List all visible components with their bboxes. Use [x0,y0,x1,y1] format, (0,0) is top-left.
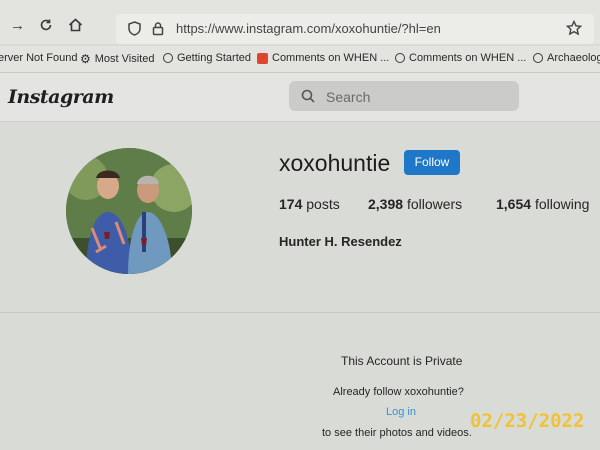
home-icon[interactable] [68,18,83,36]
follow-button[interactable]: Follow [404,150,460,175]
shield-icon[interactable] [128,21,141,41]
bookmark-label: Archaeolog [547,52,600,64]
bookmark-comments-1[interactable]: Comments on WHEN ... [257,52,389,64]
posts-count: 174 posts [279,196,340,212]
bookmarks-bar: erver Not Found ⚙ Most Visited Getting S… [0,46,600,73]
url-bar[interactable]: https://www.instagram.com/xoxohuntie/?hl… [116,14,594,44]
forward-icon[interactable]: → [10,18,25,34]
blogger-icon [257,52,268,64]
login-link[interactable]: Log in [386,406,416,418]
bookmark-label: Comments on WHEN ... [409,52,527,64]
followers-count-value: 2,398 [368,196,404,212]
globe-icon [395,53,405,63]
globe-icon [533,53,543,63]
search-icon [301,89,315,108]
instagram-header: Instagram Search [0,73,600,122]
bookmark-label: Most Visited [94,53,155,65]
search-placeholder: Search [326,89,371,105]
bookmark-label: erver Not Found [0,52,78,64]
bookmark-server-not-found[interactable]: erver Not Found [0,52,77,64]
private-subtitle: to see their photos and videos. [322,427,472,439]
reload-icon[interactable] [39,18,53,36]
gear-icon: ⚙ [80,52,91,66]
profile-full-name: Hunter H. Resendez [279,234,402,249]
profile-username: xoxohuntie [279,150,391,176]
url-text[interactable]: https://www.instagram.com/xoxohuntie/?hl… [176,21,441,36]
globe-icon [163,53,173,63]
followers-count[interactable]: 2,398 followers [368,196,462,212]
following-count-value: 1,654 [496,196,532,212]
following-count[interactable]: 1,654 following [496,196,589,212]
posts-label: posts [306,196,340,212]
photo-date-stamp: 02/23/2022 [470,410,585,432]
bookmark-archaeology[interactable]: Archaeolog [533,52,600,64]
private-account-title: This Account is Private [341,354,463,368]
bookmark-most-visited[interactable]: ⚙ Most Visited [80,52,154,66]
bookmark-label: Comments on WHEN ... [272,52,390,64]
posts-count-value: 174 [279,196,303,212]
following-label: following [534,196,590,212]
avatar-photo [66,148,192,274]
already-follow-text: Already follow xoxohuntie? [333,386,464,398]
bookmark-star-icon[interactable] [565,19,583,41]
lock-icon[interactable] [152,21,164,41]
bookmark-getting-started[interactable]: Getting Started [163,52,251,64]
browser-toolbar: → https://www.instagram.com/xoxohuntie/?… [0,0,600,44]
instagram-logo[interactable]: Instagram [8,86,114,108]
followers-label: followers [406,196,463,212]
bookmark-comments-2[interactable]: Comments on WHEN ... [395,52,526,64]
avatar[interactable] [66,148,192,274]
divider [0,312,600,313]
bookmark-label: Getting Started [177,52,251,64]
search-input[interactable]: Search [289,81,519,111]
